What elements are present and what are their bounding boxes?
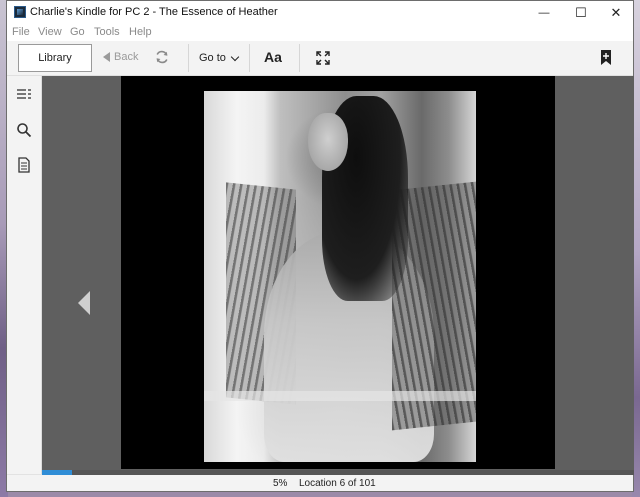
back-label: Back bbox=[114, 51, 139, 63]
title-bar: Charlie's Kindle for PC 2 - The Essence … bbox=[7, 1, 633, 24]
toolbar-separator bbox=[299, 44, 300, 72]
minimize-button[interactable]: — bbox=[526, 1, 562, 24]
maximize-button[interactable]: ☐ bbox=[563, 1, 599, 24]
reading-area bbox=[42, 76, 634, 474]
close-button[interactable]: ✕ bbox=[598, 1, 634, 24]
menu-help[interactable]: Help bbox=[129, 26, 152, 38]
previous-page-arrow-icon[interactable] bbox=[78, 291, 90, 315]
photo-window-sill bbox=[204, 391, 476, 401]
window-title: Charlie's Kindle for PC 2 - The Essence … bbox=[30, 6, 278, 18]
toolbar-separator bbox=[188, 44, 189, 72]
location-indicator: Location 6 of 101 bbox=[299, 478, 376, 489]
back-arrow-icon bbox=[103, 52, 110, 62]
menu-file[interactable]: File bbox=[12, 26, 30, 38]
photo-figure-face bbox=[308, 113, 348, 171]
library-label: Library bbox=[38, 52, 72, 64]
fullscreen-icon[interactable] bbox=[316, 51, 330, 65]
menu-bar: File View Go Tools Help bbox=[7, 24, 633, 41]
sidebar bbox=[7, 76, 42, 474]
book-page[interactable] bbox=[121, 76, 555, 469]
sync-icon[interactable] bbox=[155, 50, 169, 64]
minimize-icon: — bbox=[538, 6, 550, 19]
toolbar: Library Back Go to Aa bbox=[7, 41, 633, 76]
goto-button[interactable]: Go to bbox=[199, 52, 240, 64]
menu-view[interactable]: View bbox=[38, 26, 62, 38]
close-icon: ✕ bbox=[610, 4, 622, 20]
kindle-window: Charlie's Kindle for PC 2 - The Essence … bbox=[6, 0, 634, 492]
bookmark-icon[interactable] bbox=[600, 50, 612, 65]
kindle-app-icon bbox=[14, 6, 26, 18]
menu-go[interactable]: Go bbox=[70, 26, 85, 38]
page-photo bbox=[204, 91, 476, 462]
search-icon[interactable] bbox=[16, 122, 32, 138]
notes-icon[interactable] bbox=[16, 157, 32, 173]
progress-percent: 5% bbox=[273, 478, 288, 489]
chevron-down-icon bbox=[230, 52, 240, 61]
back-button[interactable]: Back bbox=[103, 51, 138, 63]
menu-tools[interactable]: Tools bbox=[94, 26, 120, 38]
table-of-contents-icon[interactable] bbox=[16, 87, 32, 103]
font-settings-button[interactable]: Aa bbox=[264, 49, 282, 65]
reading-progress-bar[interactable] bbox=[42, 470, 634, 475]
goto-label: Go to bbox=[199, 52, 226, 64]
maximize-icon: ☐ bbox=[575, 4, 587, 20]
library-button[interactable]: Library bbox=[18, 44, 92, 72]
reading-progress-fill bbox=[42, 470, 72, 475]
status-bar: 5% Location 6 of 101 bbox=[7, 470, 634, 491]
toolbar-separator bbox=[249, 44, 250, 72]
